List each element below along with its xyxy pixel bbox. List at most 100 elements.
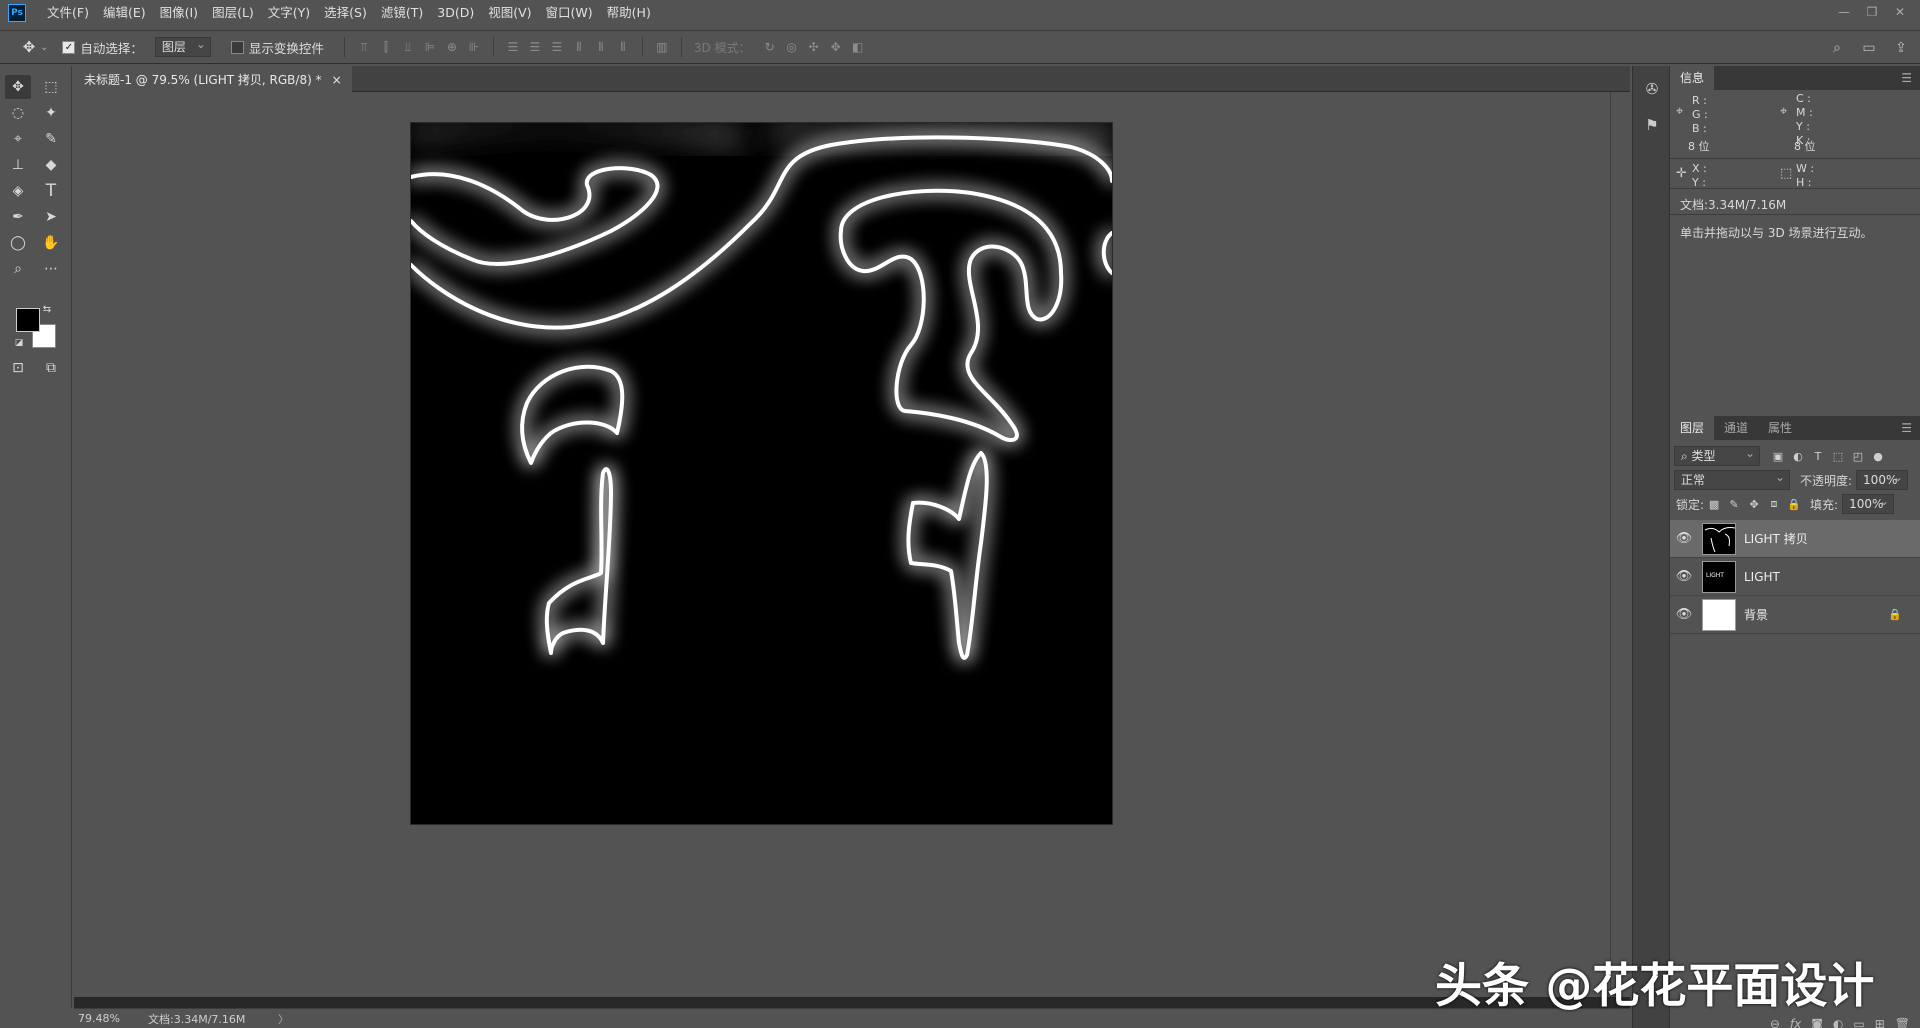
scene-panel-icon[interactable]: ⚑ (1637, 112, 1667, 138)
close-tab-icon[interactable]: × (332, 67, 342, 93)
menu-file[interactable]: 文件(F) (40, 0, 96, 26)
distribute-top-icon[interactable]: ☰ (502, 36, 524, 58)
distribute-hcenter-icon[interactable]: ⦀ (590, 36, 612, 58)
layer-row-background[interactable]: 👁 背景 🔒 (1670, 596, 1920, 634)
menu-edit[interactable]: 编辑(E) (96, 0, 153, 26)
align-hcenter-icon[interactable]: ⊕ (441, 36, 463, 58)
menu-help[interactable]: 帮助(H) (600, 0, 658, 26)
lock-image-icon[interactable]: ✎ (1724, 494, 1744, 514)
distribute-right-icon[interactable]: ⦀ (612, 36, 634, 58)
3d-slide-icon[interactable]: ✥ (825, 36, 847, 58)
eraser-tool-icon[interactable]: ◆ (38, 153, 64, 177)
lock-artboard-icon[interactable]: ⧈ (1764, 494, 1784, 514)
status-menu-arrow[interactable]: 〉 (278, 1011, 289, 1027)
search-icon[interactable]: ⌕ (1824, 37, 1850, 59)
paint-bucket-tool-icon[interactable]: ◈ (5, 179, 31, 203)
menu-3d[interactable]: 3D(D) (430, 0, 481, 26)
lock-all-icon[interactable]: 🔒 (1784, 494, 1804, 514)
tab-properties[interactable]: 属性 (1758, 416, 1802, 440)
path-select-tool-icon[interactable]: ➤ (38, 205, 64, 229)
distribute-bottom-icon[interactable]: ☰ (546, 36, 568, 58)
menu-image[interactable]: 图像(I) (153, 0, 205, 26)
menu-window[interactable]: 窗口(W) (539, 0, 600, 26)
auto-select-dropdown[interactable]: 图层 (154, 35, 211, 57)
3d-scale-icon[interactable]: ◧ (847, 36, 869, 58)
align-right-icon[interactable]: ⊪ (463, 36, 485, 58)
menu-layer[interactable]: 图层(L) (205, 0, 261, 26)
add-mask-icon[interactable]: ◙ (1811, 1017, 1823, 1028)
3d-pan-icon[interactable]: ✣ (803, 36, 825, 58)
distribute-vcenter-icon[interactable]: ☰ (524, 36, 546, 58)
align-vcenter-icon[interactable]: ⫿ (375, 36, 397, 58)
default-colors-icon[interactable]: ◪ (12, 336, 26, 350)
filter-pixel-icon[interactable]: ▣ (1768, 446, 1788, 466)
swap-colors-icon[interactable]: ⇆ (40, 302, 54, 316)
brush-tool-icon[interactable]: ✎ (38, 127, 64, 151)
align-left-icon[interactable]: ⊫ (419, 36, 441, 58)
restore-icon[interactable]: ❐ (1858, 2, 1886, 22)
layer-row-light-copy[interactable]: 👁 LIGHT 拷贝 (1670, 520, 1920, 558)
zoom-tool-icon[interactable]: ⌕ (5, 257, 31, 281)
align-bottom-icon[interactable]: ⫫ (397, 36, 419, 58)
pen-tool-icon[interactable]: ✒ (5, 205, 31, 229)
distribute-left-icon[interactable]: ⦀ (568, 36, 590, 58)
eye-icon[interactable]: 👁 (1670, 569, 1698, 584)
menu-view[interactable]: 视图(V) (481, 0, 538, 26)
more-tools-icon[interactable]: ⋯ (38, 257, 64, 281)
filter-shape-icon[interactable]: ⬚ (1828, 446, 1848, 466)
close-icon[interactable]: ✕ (1886, 2, 1914, 22)
menu-type[interactable]: 文字(Y) (261, 0, 317, 26)
eye-icon[interactable]: 👁 (1670, 531, 1698, 546)
tab-info[interactable]: 信息 (1670, 66, 1715, 90)
panel-menu-icon[interactable]: ☰ (1901, 421, 1912, 435)
menu-select[interactable]: 选择(S) (317, 0, 374, 26)
magic-wand-tool-icon[interactable]: ✦ (38, 101, 64, 125)
photoshop-logo[interactable]: Ps (8, 4, 26, 22)
blend-mode-dropdown[interactable]: 正常 (1674, 468, 1790, 490)
delete-layer-icon[interactable]: 🗑 (1895, 1017, 1910, 1028)
filter-toggle-icon[interactable]: ● (1868, 446, 1888, 466)
foreground-color-swatch[interactable] (16, 308, 40, 332)
auto-select-checkbox[interactable]: ✓ (62, 40, 76, 54)
3d-roll-icon[interactable]: ◎ (781, 36, 803, 58)
new-group-icon[interactable]: ▭ (1853, 1017, 1864, 1028)
type-tool-icon[interactable]: T (38, 179, 64, 203)
layer-row-light[interactable]: 👁 LIGHT LIGHT (1670, 558, 1920, 596)
show-transform-checkbox[interactable] (230, 40, 244, 54)
tab-channels[interactable]: 通道 (1714, 416, 1758, 440)
vertical-scrollbar[interactable] (1610, 92, 1630, 997)
lock-position-icon[interactable]: ✥ (1744, 494, 1764, 514)
quick-mask-icon[interactable]: ⊡ (5, 356, 31, 380)
3d-rotate-icon[interactable]: ↻ (759, 36, 781, 58)
filter-type-icon[interactable]: T (1808, 446, 1828, 466)
tab-layers[interactable]: 图层 (1670, 416, 1715, 440)
eyedropper-tool-icon[interactable]: ⌖ (5, 127, 31, 151)
filter-smart-object-icon[interactable]: ◰ (1848, 446, 1868, 466)
workspace-icon[interactable]: ▭ (1856, 37, 1882, 59)
stamp-tool-icon[interactable]: ⊥ (5, 153, 31, 177)
eye-icon[interactable]: 👁 (1670, 607, 1698, 622)
lasso-tool-icon[interactable]: ◌ (5, 101, 31, 125)
lock-transparent-icon[interactable]: ▩ (1704, 494, 1724, 514)
document-canvas[interactable] (409, 123, 1114, 824)
ellipse-tool-icon[interactable]: ◯ (5, 231, 31, 255)
hand-tool-icon[interactable]: ✋ (38, 231, 64, 255)
fx-icon[interactable]: fx (1790, 1017, 1801, 1028)
share-icon[interactable]: ⇪ (1888, 37, 1914, 59)
filter-adjustment-icon[interactable]: ◐ (1788, 446, 1808, 466)
minimize-icon[interactable]: — (1830, 2, 1858, 22)
fill-input[interactable]: 100% (1842, 492, 1895, 514)
zoom-level[interactable]: 79.48% (74, 1012, 134, 1025)
auto-align-icon[interactable]: ▥ (651, 36, 673, 58)
canvas-pasteboard[interactable] (74, 92, 1610, 997)
chevron-down-icon[interactable]: ⌄ (40, 42, 48, 53)
opacity-input[interactable]: 100% (1856, 468, 1909, 490)
move-tool-preset-icon[interactable]: ✥ (18, 36, 40, 58)
document-tab[interactable]: 未标题-1 @ 79.5% (LIGHT 拷贝, RGB/8) * × (74, 66, 352, 93)
layer-filter-dropdown[interactable]: ⌕ 类型 (1674, 444, 1760, 466)
screen-mode-icon[interactable]: ⧉ (38, 356, 64, 380)
new-layer-icon[interactable]: ⊞ (1875, 1017, 1885, 1028)
menu-filter[interactable]: 滤镜(T) (374, 0, 430, 26)
3d-panel-icon[interactable]: ✇ (1637, 76, 1667, 102)
move-tool-icon[interactable]: ✥ (5, 75, 31, 99)
